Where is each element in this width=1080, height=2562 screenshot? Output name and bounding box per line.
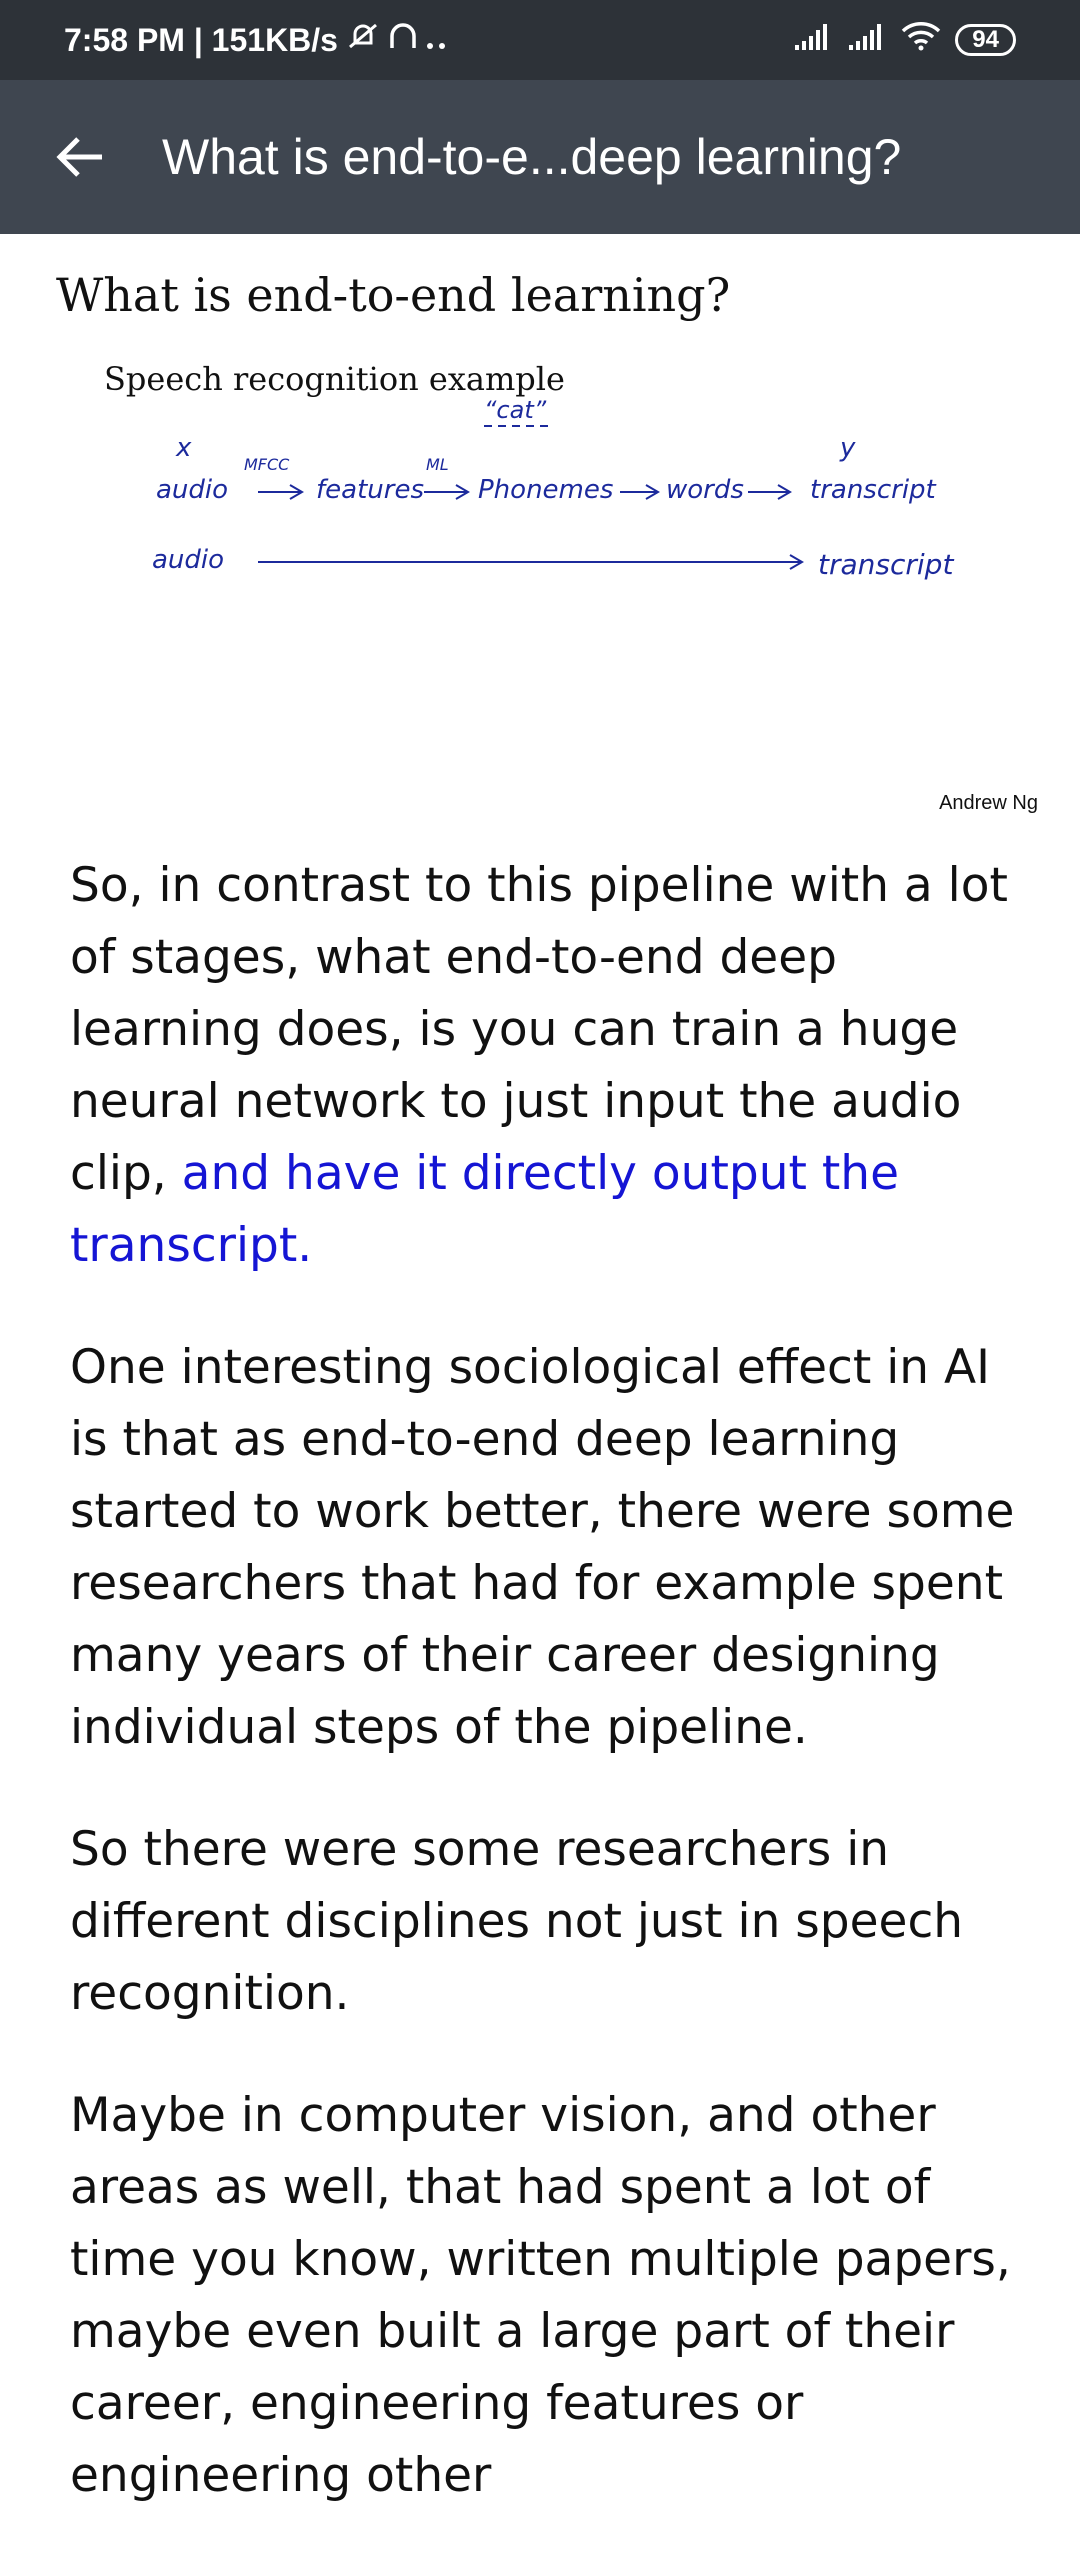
- transcript-paragraph[interactable]: Maybe in computer vision, and other area…: [70, 2080, 1030, 2512]
- battery-indicator: 94: [955, 24, 1016, 56]
- hw-x: x: [175, 433, 192, 463]
- arrow-left-icon: [56, 137, 102, 177]
- status-left: 7:58 PM | 151KB/s: [64, 19, 450, 61]
- hw-cat: “cat”: [484, 396, 547, 424]
- hw-transcript-1: transcript: [810, 475, 937, 505]
- transcript-highlight[interactable]: and have it directly output the transcri…: [70, 1146, 899, 1273]
- wifi-icon: [901, 21, 941, 59]
- lecture-slide: What is end-to-end learning? Speech reco…: [0, 234, 1080, 834]
- transcript-paragraph: So, in contrast to this pipeline with a …: [70, 850, 1030, 1282]
- headphones-icon: [388, 20, 418, 60]
- status-time: 7:58 PM | 151KB/s: [64, 21, 338, 58]
- transcript-paragraph[interactable]: One interesting sociological effect in A…: [70, 1332, 1030, 1764]
- hw-transcript-2: transcript: [818, 548, 954, 581]
- hw-audio-2: audio: [152, 545, 224, 575]
- transcript-paragraph[interactable]: So there were some researchers in differ…: [70, 1814, 1030, 2030]
- status-right: 94: [793, 21, 1016, 59]
- signal-icon: [847, 22, 887, 59]
- signal-icon: [793, 22, 833, 59]
- hw-features: features: [316, 475, 424, 505]
- hw-phonemes: Phonemes: [478, 475, 613, 505]
- slide-credit: Andrew Ng: [939, 792, 1038, 814]
- transcript-body: So, in contrast to this pipeline with a …: [70, 850, 1030, 2562]
- app-bar: What is end-to-e...deep learning?: [0, 80, 1080, 234]
- page-title: What is end-to-e...deep learning?: [162, 129, 902, 185]
- hw-y: y: [839, 433, 856, 463]
- pipeline-diagram: “cat” x y MFCC ML audio features Phoneme…: [152, 396, 954, 581]
- hw-mfcc: MFCC: [244, 455, 290, 474]
- hw-ml: ML: [426, 455, 449, 474]
- hw-audio-1: audio: [156, 475, 228, 505]
- mute-icon: [346, 19, 380, 61]
- back-button[interactable]: [40, 117, 120, 197]
- more-dots-icon: [426, 22, 450, 59]
- hw-words: words: [666, 475, 744, 505]
- status-bar: 7:58 PM | 151KB/s 94: [0, 0, 1080, 80]
